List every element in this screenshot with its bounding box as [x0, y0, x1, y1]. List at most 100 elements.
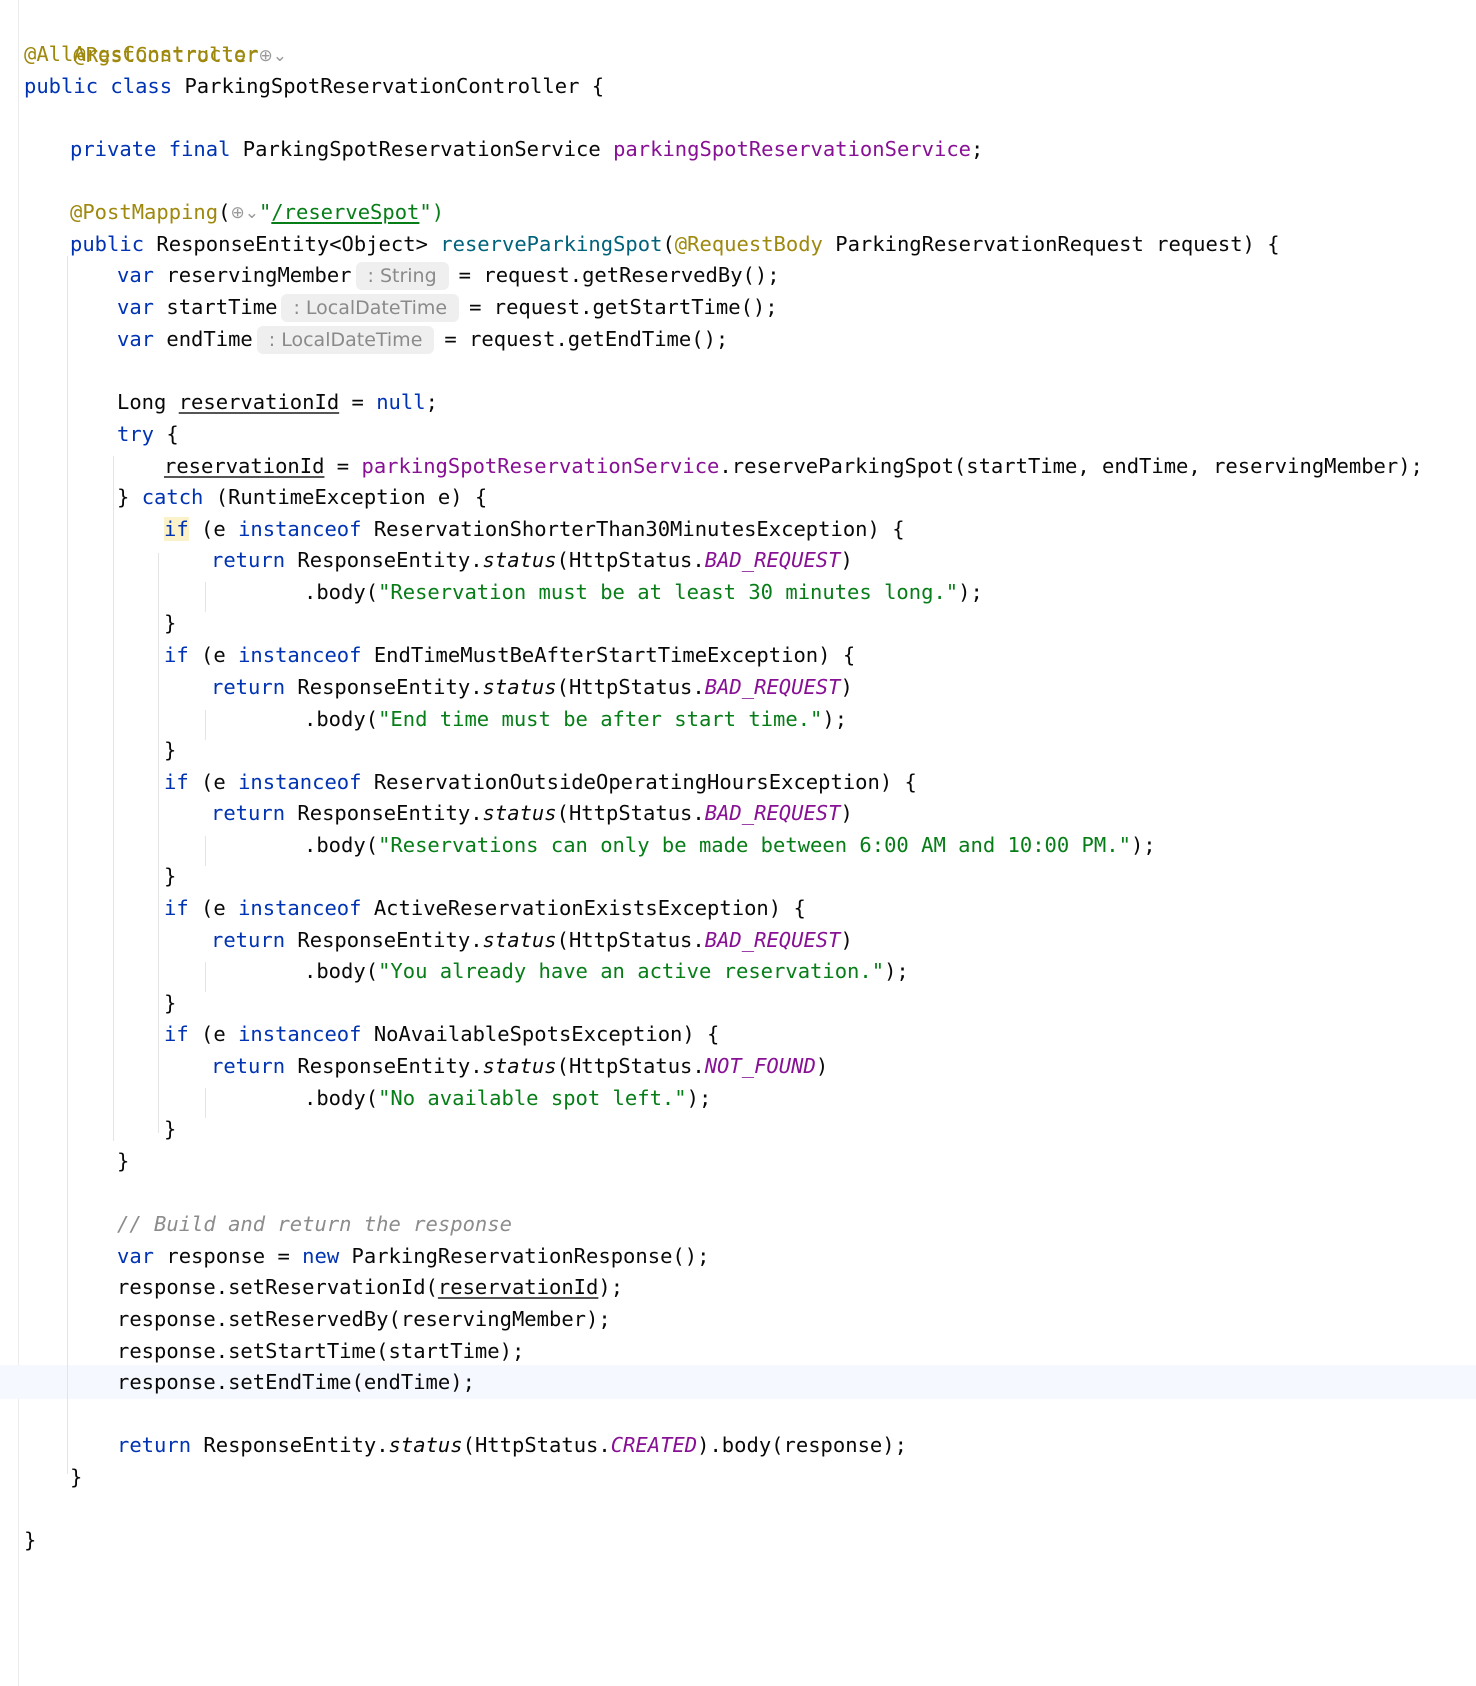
- code-line: }: [70, 1460, 82, 1494]
- method-call: status: [482, 1054, 557, 1078]
- keyword: return: [117, 1433, 192, 1457]
- class-name: ParkingSpotReservationController {: [172, 74, 605, 98]
- method-call: status: [482, 801, 557, 825]
- code-line: }: [164, 1112, 176, 1146]
- code-line: }: [117, 1144, 129, 1178]
- indent-guide: [158, 553, 159, 1133]
- keyword: if: [164, 896, 189, 920]
- annotation-all-args: @AllArgsConstructor: [24, 42, 259, 66]
- code-line: if (e instanceof ReservationOutsideOpera…: [164, 765, 917, 799]
- punct: );: [958, 580, 983, 604]
- code-line: return ResponseEntity.status(HttpStatus.…: [211, 796, 853, 830]
- punct: {: [154, 422, 179, 446]
- punct: );: [884, 959, 909, 983]
- keyword: return: [211, 675, 286, 699]
- keyword: private: [70, 137, 157, 161]
- globe-icon[interactable]: ⊕⌄: [230, 196, 259, 230]
- punct: }: [164, 611, 177, 635]
- code-line: .body("You already have an active reserv…: [304, 954, 909, 988]
- punct: (HttpStatus.: [556, 928, 705, 952]
- var-value: = request.getStartTime();: [469, 295, 778, 319]
- keyword: return: [211, 548, 286, 572]
- punct: (e: [188, 770, 239, 794]
- method-call: .body(: [304, 707, 379, 731]
- code-line: var endTime: LocalDateTime = request.getE…: [117, 322, 728, 356]
- var-name: reservingMember: [154, 263, 352, 287]
- punct: }: [24, 1528, 37, 1552]
- keyword: new: [302, 1244, 340, 1268]
- punct: );: [686, 1086, 712, 1110]
- punct: );: [822, 707, 848, 731]
- var-value: = request.getEndTime();: [444, 327, 729, 351]
- exception-name: EndTimeMustBeAfterStartTimeException) {: [361, 643, 856, 667]
- var-name: reservationId: [178, 390, 340, 414]
- punct: ;: [971, 137, 984, 161]
- method-call: status: [482, 675, 557, 699]
- code-line: try {: [117, 417, 179, 451]
- punct: "): [419, 200, 445, 224]
- punct: (HttpStatus.: [556, 801, 705, 825]
- keyword: instanceof: [238, 517, 362, 541]
- code-editor[interactable]: @RestController⊕⌄ @AllArgsConstructor pu…: [0, 0, 1476, 1686]
- punct: (e: [188, 896, 239, 920]
- method-call: response.setStartTime(startTime);: [117, 1339, 525, 1363]
- var-name: startTime: [154, 295, 278, 319]
- code-line: reservationId = parkingSpotReservationSe…: [164, 449, 1423, 483]
- method-call: .body(: [304, 833, 379, 857]
- endpoint-link[interactable]: /reserveSpot: [271, 200, 419, 224]
- indent-guide: [205, 582, 206, 612]
- field-name: parkingSpotReservationService: [613, 137, 971, 161]
- method-call: ResponseEntity.: [285, 928, 483, 952]
- keyword: null: [376, 390, 426, 414]
- code-line: .body("No available spot left.");: [304, 1081, 711, 1115]
- var-value: = request.getReservedBy();: [458, 263, 780, 287]
- keyword: try: [117, 422, 155, 446]
- code-line: .body("End time must be after start time…: [304, 702, 847, 736]
- method-call: ResponseEntity.: [285, 801, 483, 825]
- annotation-request-body: @RequestBody: [674, 232, 823, 256]
- keyword: if: [164, 517, 189, 541]
- method-call: status: [482, 548, 557, 572]
- indent-guide: [113, 456, 114, 1141]
- keyword: public: [70, 232, 145, 256]
- method-call: .reserveParkingSpot(startTime, endTime, …: [719, 454, 1423, 478]
- punct: ): [840, 928, 853, 952]
- punct: (e: [188, 1022, 239, 1046]
- punct: (e: [188, 517, 239, 541]
- code-line: @AllArgsConstructor: [24, 37, 259, 71]
- punct: (HttpStatus.: [556, 675, 705, 699]
- code-line: var response = new ParkingReservationRes…: [117, 1239, 709, 1273]
- punct: ;: [425, 390, 438, 414]
- code-line: return ResponseEntity.status(HttpStatus.…: [211, 1049, 828, 1083]
- keyword: var: [117, 327, 155, 351]
- code-line: var reservingMember: String = request.get…: [117, 258, 780, 292]
- code-line: }: [164, 733, 176, 767]
- method-call: ResponseEntity.: [285, 675, 483, 699]
- punct: }: [117, 1149, 130, 1173]
- code-line: } catch (RuntimeException e) {: [117, 480, 487, 514]
- punct: }: [70, 1465, 83, 1489]
- status-constant: NOT_FOUND: [704, 1054, 816, 1078]
- punct: (HttpStatus.: [556, 1054, 705, 1078]
- method-call: .body(: [304, 580, 379, 604]
- var-type: Long: [117, 390, 179, 414]
- code-line: public ResponseEntity<Object> reservePar…: [70, 227, 1280, 261]
- code-line: .body("Reservation must be at least 30 m…: [304, 575, 983, 609]
- code-line: return ResponseEntity.status(HttpStatus.…: [117, 1428, 907, 1462]
- code-line: @PostMapping(⊕⌄"/reserveSpot"): [70, 195, 444, 229]
- string-literal: "Reservations can only be made between 6…: [378, 833, 1131, 857]
- exception-name: ReservationShorterThan30MinutesException…: [361, 517, 905, 541]
- method-call: response.setReservedBy(reservingMember);: [117, 1307, 611, 1331]
- method-call: response.setEndTime(endTime);: [117, 1370, 475, 1394]
- inlay-type-hint: : LocalDateTime: [256, 326, 435, 354]
- status-constant: BAD_REQUEST: [704, 928, 841, 952]
- punct: }: [117, 485, 142, 509]
- code-line: Long reservationId = null;: [117, 385, 438, 419]
- keyword: final: [168, 137, 231, 161]
- punct: (HttpStatus.: [462, 1433, 611, 1457]
- globe-icon[interactable]: ⊕⌄: [259, 39, 288, 73]
- status-constant: BAD_REQUEST: [704, 675, 841, 699]
- indent-guide: [205, 1088, 206, 1118]
- indent-guide: [205, 710, 206, 740]
- punct: }: [164, 1117, 177, 1141]
